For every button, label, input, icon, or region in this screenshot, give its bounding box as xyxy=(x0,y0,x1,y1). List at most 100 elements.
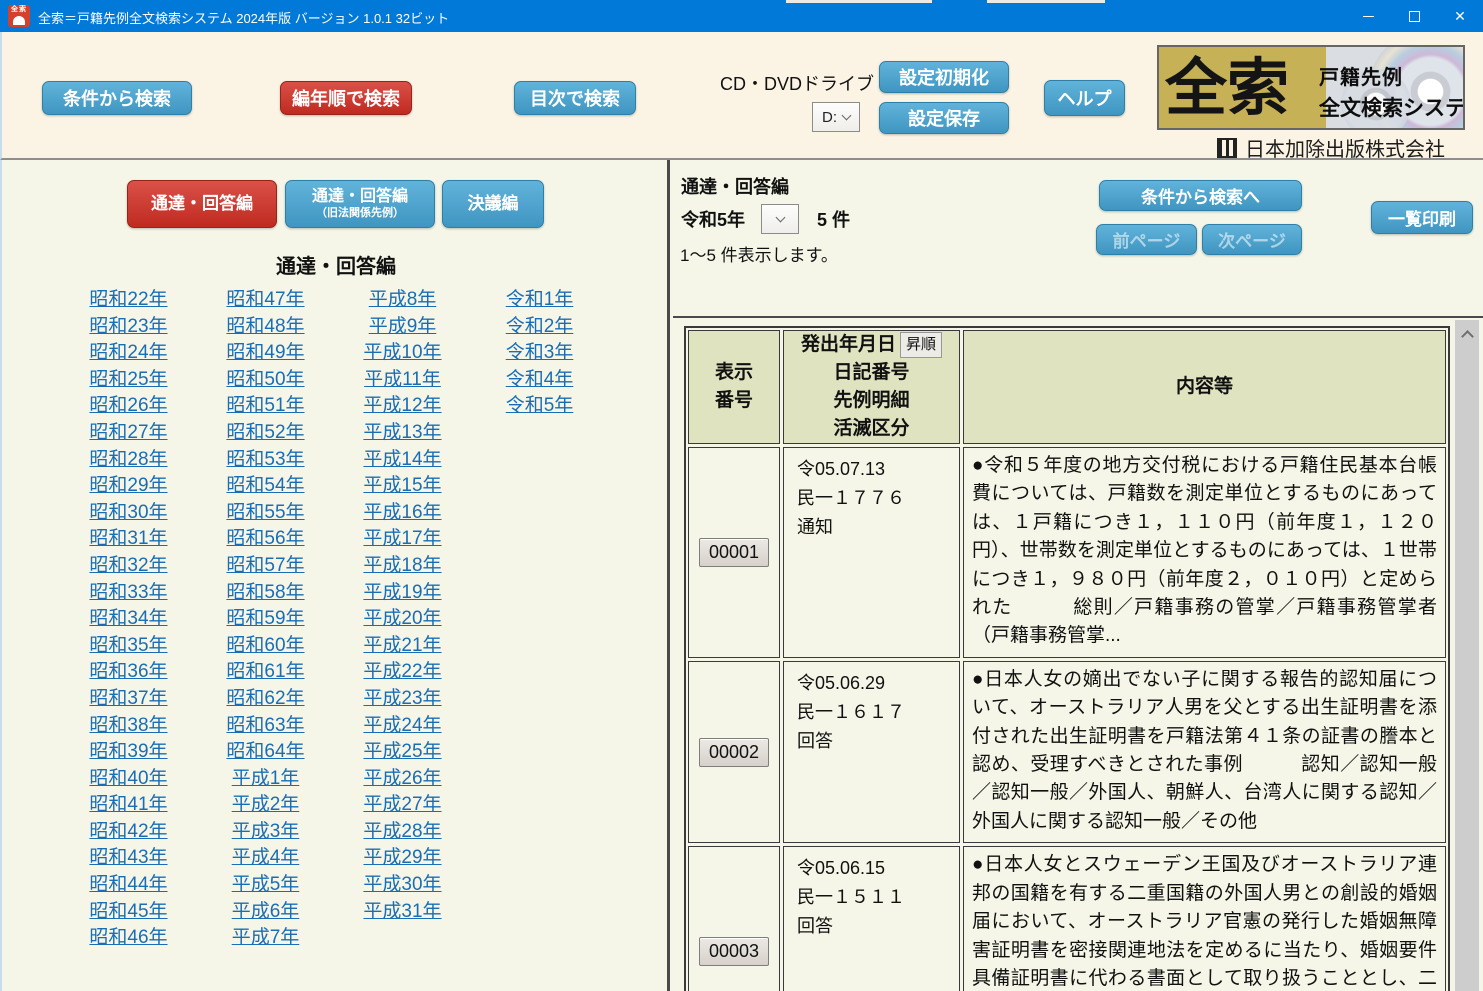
year-link[interactable]: 平成16年 xyxy=(334,500,471,527)
year-link[interactable]: 平成27年 xyxy=(334,792,471,819)
year-link[interactable]: 昭和49年 xyxy=(197,340,334,367)
year-link[interactable]: 昭和47年 xyxy=(197,287,334,314)
year-link[interactable]: 昭和29年 xyxy=(60,473,197,500)
year-link[interactable]: 昭和51年 xyxy=(197,393,334,420)
tab-tsutatsu-kaitou[interactable]: 通達・回答編 xyxy=(127,180,277,228)
year-link[interactable]: 平成22年 xyxy=(334,659,471,686)
year-link[interactable]: 昭和22年 xyxy=(60,287,197,314)
display-number-button[interactable]: 00001 xyxy=(699,538,769,567)
display-number-button[interactable]: 00003 xyxy=(699,937,769,966)
year-link[interactable]: 平成26年 xyxy=(334,766,471,793)
year-link[interactable]: 平成3年 xyxy=(197,819,334,846)
tab-tsutatsu-kaitou-old-law[interactable]: 通達・回答編 （旧法関係先例） xyxy=(285,180,435,228)
to-condition-search-button[interactable]: 条件から検索へ xyxy=(1099,180,1302,211)
year-link[interactable]: 平成7年 xyxy=(197,925,334,952)
year-link[interactable]: 昭和24年 xyxy=(60,340,197,367)
year-link[interactable]: 昭和27年 xyxy=(60,420,197,447)
year-link[interactable]: 令和3年 xyxy=(471,340,608,367)
year-link[interactable]: 平成24年 xyxy=(334,713,471,740)
year-link[interactable]: 昭和37年 xyxy=(60,686,197,713)
display-number-button[interactable]: 00002 xyxy=(699,738,769,767)
year-link[interactable]: 昭和40年 xyxy=(60,766,197,793)
year-link[interactable]: 昭和38年 xyxy=(60,713,197,740)
year-link[interactable]: 昭和42年 xyxy=(60,819,197,846)
year-link[interactable]: 昭和44年 xyxy=(60,872,197,899)
year-link[interactable]: 平成1年 xyxy=(197,766,334,793)
year-link[interactable]: 昭和58年 xyxy=(197,580,334,607)
year-link[interactable]: 平成17年 xyxy=(334,526,471,553)
year-link[interactable]: 平成12年 xyxy=(334,393,471,420)
year-link[interactable]: 昭和46年 xyxy=(60,925,197,952)
year-select[interactable] xyxy=(761,204,799,234)
year-link[interactable]: 平成31年 xyxy=(334,899,471,926)
year-link[interactable]: 昭和25年 xyxy=(60,367,197,394)
year-link[interactable]: 平成8年 xyxy=(334,287,471,314)
tab-ketsugi[interactable]: 決議編 xyxy=(442,180,544,228)
year-link[interactable]: 平成15年 xyxy=(334,473,471,500)
year-link[interactable]: 平成11年 xyxy=(334,367,471,394)
year-link[interactable]: 昭和60年 xyxy=(197,633,334,660)
year-link[interactable]: 平成13年 xyxy=(334,420,471,447)
year-link[interactable]: 平成30年 xyxy=(334,872,471,899)
year-link[interactable]: 昭和63年 xyxy=(197,713,334,740)
toc-search-button[interactable]: 目次で検索 xyxy=(514,81,636,115)
condition-search-button[interactable]: 条件から検索 xyxy=(42,81,192,115)
scrollbar-up-arrow[interactable] xyxy=(1455,320,1479,350)
year-link[interactable]: 昭和62年 xyxy=(197,686,334,713)
help-button[interactable]: ヘルプ xyxy=(1044,80,1125,116)
year-link[interactable]: 昭和57年 xyxy=(197,553,334,580)
year-link[interactable]: 昭和54年 xyxy=(197,473,334,500)
year-link[interactable]: 平成6年 xyxy=(197,899,334,926)
year-link[interactable]: 令和2年 xyxy=(471,314,608,341)
year-link[interactable]: 平成5年 xyxy=(197,872,334,899)
year-link[interactable]: 昭和32年 xyxy=(60,553,197,580)
year-link[interactable]: 昭和53年 xyxy=(197,447,334,474)
year-link[interactable]: 昭和36年 xyxy=(60,659,197,686)
year-link[interactable]: 平成18年 xyxy=(334,553,471,580)
maximize-button[interactable] xyxy=(1391,0,1437,32)
year-link[interactable]: 昭和31年 xyxy=(60,526,197,553)
year-link[interactable]: 昭和23年 xyxy=(60,314,197,341)
year-link[interactable]: 昭和64年 xyxy=(197,739,334,766)
settings-init-button[interactable]: 設定初期化 xyxy=(879,61,1009,93)
year-link[interactable]: 平成28年 xyxy=(334,819,471,846)
year-link[interactable]: 昭和28年 xyxy=(60,447,197,474)
year-link[interactable]: 昭和43年 xyxy=(60,845,197,872)
close-button[interactable]: ✕ xyxy=(1437,0,1483,32)
year-link[interactable]: 昭和52年 xyxy=(197,420,334,447)
year-link[interactable]: 平成14年 xyxy=(334,447,471,474)
year-link[interactable]: 昭和61年 xyxy=(197,659,334,686)
year-link[interactable]: 昭和59年 xyxy=(197,606,334,633)
sort-ascending-button[interactable]: 昇順 xyxy=(900,332,942,358)
year-link[interactable]: 平成29年 xyxy=(334,845,471,872)
year-link[interactable]: 昭和30年 xyxy=(60,500,197,527)
table-scrollbar[interactable] xyxy=(1455,320,1479,991)
year-link[interactable]: 昭和39年 xyxy=(60,739,197,766)
minimize-button[interactable] xyxy=(1345,0,1391,32)
drive-select[interactable]: D: xyxy=(812,102,860,132)
print-list-button[interactable]: 一覧印刷 xyxy=(1371,201,1473,234)
year-link[interactable]: 昭和55年 xyxy=(197,500,334,527)
year-link[interactable]: 平成19年 xyxy=(334,580,471,607)
year-link[interactable]: 令和4年 xyxy=(471,367,608,394)
chronological-search-button[interactable]: 編年順で検索 xyxy=(280,81,412,115)
year-link[interactable]: 昭和50年 xyxy=(197,367,334,394)
year-link[interactable]: 平成10年 xyxy=(334,340,471,367)
next-page-button[interactable]: 次ページ xyxy=(1202,224,1302,255)
year-link[interactable]: 昭和48年 xyxy=(197,314,334,341)
year-link[interactable]: 昭和34年 xyxy=(60,606,197,633)
year-link[interactable]: 昭和45年 xyxy=(60,899,197,926)
prev-page-button[interactable]: 前ページ xyxy=(1096,224,1197,255)
settings-save-button[interactable]: 設定保存 xyxy=(879,102,1009,134)
year-link[interactable]: 平成25年 xyxy=(334,739,471,766)
year-link[interactable]: 平成20年 xyxy=(334,606,471,633)
year-link[interactable]: 昭和41年 xyxy=(60,792,197,819)
year-link[interactable]: 平成23年 xyxy=(334,686,471,713)
year-link[interactable]: 平成9年 xyxy=(334,314,471,341)
year-link[interactable]: 平成4年 xyxy=(197,845,334,872)
year-link[interactable]: 昭和35年 xyxy=(60,633,197,660)
year-link[interactable]: 令和5年 xyxy=(471,393,608,420)
year-link[interactable]: 平成21年 xyxy=(334,633,471,660)
year-link[interactable]: 平成2年 xyxy=(197,792,334,819)
year-link[interactable]: 昭和56年 xyxy=(197,526,334,553)
